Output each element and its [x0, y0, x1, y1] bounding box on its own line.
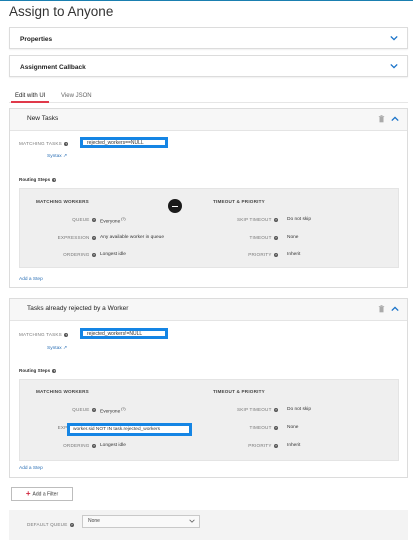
assignment-callback-label: Assignment Callback [20, 64, 86, 71]
help-icon[interactable]: ? [69, 522, 74, 527]
matching-tasks-label: MATCHING TASKS ? [19, 332, 69, 337]
skip-timeout-label: SKIP TIMEOUT ? [236, 217, 278, 222]
chevron-down-icon [189, 519, 195, 523]
queue-label: QUEUE ? [72, 407, 96, 412]
help-icon[interactable]: ? [274, 425, 278, 430]
help-icon[interactable]: ? [274, 407, 278, 412]
default-queue-label: DEFAULT QUEUE ? [27, 522, 74, 527]
ordering-value[interactable]: Longest idle [100, 443, 126, 448]
timeout-priority-header: TIMEOUT & PRIORITY [213, 199, 265, 204]
add-step-link[interactable]: Add a Step [19, 277, 43, 282]
ordering-label: ORDERING ? [63, 443, 96, 448]
help-icon[interactable]: ? [274, 443, 278, 448]
matching-tasks-label: MATCHING TASKS ? [19, 141, 69, 146]
add-filter-label: Add a Filter [32, 491, 59, 498]
add-filter-button[interactable]: + Add a Filter [11, 487, 73, 501]
matching-tasks-input[interactable]: rejected_workers!=NULL [80, 328, 168, 339]
ordering-label: ORDERING ? [63, 252, 96, 257]
help-icon[interactable]: ? [52, 368, 57, 373]
help-icon[interactable]: ? [92, 217, 96, 222]
ordering-value[interactable]: Longest idle [100, 252, 126, 257]
trash-icon[interactable] [378, 115, 385, 123]
matching-tasks-input[interactable]: rejected_workers==NULL [80, 137, 168, 148]
priority-label: PRIORITY ? [248, 443, 278, 448]
routing-step[interactable]: MATCHING WORKERS TIMEOUT & PRIORITY QUEU… [19, 188, 399, 268]
skip-timeout-value[interactable]: Do not skip [287, 217, 311, 222]
filter-title: New Tasks [27, 115, 59, 122]
filter-card-rejected: Tasks already rejected by a Worker MATCH… [9, 298, 408, 478]
add-step-link[interactable]: Add a Step [19, 466, 43, 471]
zoom-out-icon[interactable] [168, 199, 182, 213]
properties-accordion[interactable]: Properties [9, 27, 408, 49]
assignment-callback-accordion[interactable]: Assignment Callback [9, 55, 408, 77]
filter-card-body: MATCHING TASKS ? rejected_workers!=NULL … [10, 320, 407, 477]
timeout-value[interactable]: None [287, 425, 298, 430]
priority-value[interactable]: Inherit [287, 443, 300, 448]
skip-timeout-label: SKIP TIMEOUT ? [236, 407, 278, 412]
properties-label: Properties [20, 36, 53, 43]
trash-icon[interactable] [378, 305, 385, 313]
default-queue-select[interactable]: None [82, 515, 200, 528]
syntax-link[interactable]: Syntax ↗ [47, 154, 67, 159]
help-icon[interactable]: ? [52, 177, 57, 182]
matching-workers-header: MATCHING WORKERS [36, 199, 89, 204]
help-icon[interactable]: ? [92, 407, 96, 412]
tab-edit-with-ui[interactable]: Edit with UI [10, 93, 50, 103]
skip-timeout-value[interactable]: Do not skip [287, 407, 311, 412]
default-queue-panel: DEFAULT QUEUE ? None [9, 510, 408, 540]
expression-value[interactable]: Any available worker in queue [100, 235, 164, 240]
expression-input[interactable]: worker.sid NOT IN task.rejected_workers [67, 423, 192, 436]
filter-card-new-tasks: New Tasks MATCHING TASKS ? rejected_work… [9, 108, 408, 288]
matching-workers-header: MATCHING WORKERS [36, 389, 89, 394]
chevron-up-icon[interactable] [391, 305, 399, 313]
filter-card-header: Tasks already rejected by a Worker [10, 299, 407, 319]
tab-view-json[interactable]: View JSON [61, 93, 92, 99]
plus-icon: + [25, 489, 31, 498]
chevron-up-icon[interactable] [391, 115, 399, 123]
help-icon[interactable]: ? [274, 235, 278, 240]
routing-steps-label: Routing Steps ? [19, 368, 57, 373]
priority-label: PRIORITY ? [248, 252, 278, 257]
priority-value[interactable]: Inherit [287, 252, 300, 257]
page-title: Assign to Anyone [9, 4, 114, 19]
timeout-value[interactable]: None [287, 235, 298, 240]
timeout-priority-header: TIMEOUT & PRIORITY [213, 389, 265, 394]
queue-value[interactable]: Everyone (?) [100, 407, 126, 415]
top-accent-line [0, 0, 413, 1]
chevron-down-icon[interactable] [390, 62, 398, 70]
timeout-label: TIMEOUT ? [249, 235, 278, 240]
default-queue-value: None [88, 518, 100, 524]
help-icon[interactable]: ? [64, 141, 69, 146]
help-icon[interactable]: ? [92, 252, 96, 257]
timeout-label: TIMEOUT ? [249, 425, 278, 430]
filter-title: Tasks already rejected by a Worker [27, 305, 129, 312]
help-icon[interactable]: ? [274, 217, 278, 222]
filter-card-header: New Tasks [10, 109, 407, 129]
expression-label: EXPRESSION ? [57, 235, 96, 240]
help-icon[interactable]: ? [64, 332, 69, 337]
queue-value[interactable]: Everyone (?) [100, 217, 126, 225]
help-icon[interactable]: ? [92, 443, 96, 448]
routing-step[interactable]: MATCHING WORKERS TIMEOUT & PRIORITY QUEU… [19, 379, 399, 461]
help-icon[interactable]: ? [274, 252, 278, 257]
editor-tabs: Edit with UI View JSON [9, 91, 408, 103]
syntax-link[interactable]: Syntax ↗ [47, 346, 67, 351]
help-icon[interactable]: ? [92, 235, 96, 240]
queue-label: QUEUE ? [72, 217, 96, 222]
chevron-down-icon[interactable] [390, 34, 398, 42]
filter-card-body: MATCHING TASKS ? rejected_workers==NULL … [10, 130, 407, 287]
routing-steps-label: Routing Steps ? [19, 177, 57, 182]
